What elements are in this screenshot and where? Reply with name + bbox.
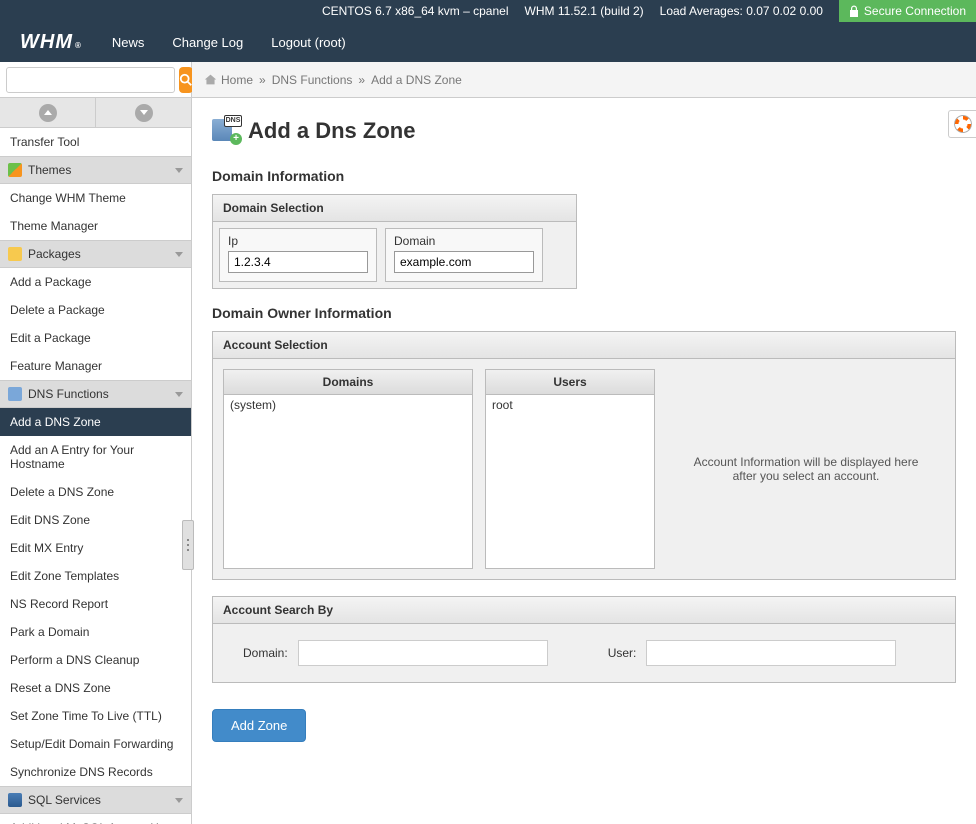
sidebar-cat-dns[interactable]: DNS Functions xyxy=(0,380,191,408)
panel-account-search: Account Search By xyxy=(213,597,955,624)
sidebar-item-dns-cleanup[interactable]: Perform a DNS Cleanup xyxy=(0,646,191,674)
account-info-placeholder: Account Information will be displayed he… xyxy=(667,369,945,569)
sidebar-item-delete-dns-zone[interactable]: Delete a DNS Zone xyxy=(0,478,191,506)
status-os: CENTOS 6.7 x86_64 kvm – cpanel xyxy=(322,4,509,18)
page-title: Add a Dns Zone xyxy=(248,118,415,144)
sidebar-search xyxy=(0,62,192,97)
breadcrumb-cat[interactable]: DNS Functions xyxy=(272,73,353,87)
sidebar-item-mysql-hosts[interactable]: Additional MySQL Access Hosts xyxy=(0,814,191,824)
sidebar-item-transfer-tool[interactable]: Transfer Tool xyxy=(0,128,191,156)
sidebar-item-feature-manager[interactable]: Feature Manager xyxy=(0,352,191,380)
search-user-label: User: xyxy=(608,646,637,660)
home-icon xyxy=(204,73,217,86)
status-whm: WHM 11.52.1 (build 2) xyxy=(525,4,644,18)
domains-option-system[interactable]: (system) xyxy=(224,395,472,415)
header-nav: WHM® News Change Log Logout (root) xyxy=(0,22,976,62)
breadcrumb: Home » DNS Functions » Add a DNS Zone xyxy=(192,62,976,97)
sidebar-item-theme-manager[interactable]: Theme Manager xyxy=(0,212,191,240)
secure-connection-badge: Secure Connection xyxy=(839,0,976,22)
sidebar-item-edit-mx[interactable]: Edit MX Entry xyxy=(0,534,191,562)
panel-domain-selection: Domain Selection xyxy=(213,195,576,222)
add-zone-button[interactable]: Add Zone xyxy=(212,709,306,742)
breadcrumb-home[interactable]: Home xyxy=(221,73,253,87)
chevron-down-icon xyxy=(175,168,183,173)
sidebar-item-reset-dns[interactable]: Reset a DNS Zone xyxy=(0,674,191,702)
input-ip[interactable] xyxy=(228,251,368,273)
col-users: Users xyxy=(485,369,655,394)
sidebar-item-delete-package[interactable]: Delete a Package xyxy=(0,296,191,324)
status-bar: CENTOS 6.7 x86_64 kvm – cpanel WHM 11.52… xyxy=(0,0,976,22)
themes-icon xyxy=(8,163,22,177)
sidebar-item-ns-record[interactable]: NS Record Report xyxy=(0,590,191,618)
sidebar-search-input[interactable] xyxy=(6,67,175,93)
sidebar-splitter[interactable] xyxy=(182,520,194,570)
sidebar-item-add-dns-zone[interactable]: Add a DNS Zone xyxy=(0,408,191,436)
sidebar-item-park-domain[interactable]: Park a Domain xyxy=(0,618,191,646)
nav-logout[interactable]: Logout (root) xyxy=(271,35,345,50)
sidebar-item-edit-package[interactable]: Edit a Package xyxy=(0,324,191,352)
sidebar-item-edit-dns-zone[interactable]: Edit DNS Zone xyxy=(0,506,191,534)
status-load: Load Averages: 0.07 0.02 0.00 xyxy=(660,4,823,18)
main-content: DNS + Add a Dns Zone Domain Information … xyxy=(192,98,976,824)
sidebar-collapse-all[interactable] xyxy=(0,98,96,127)
users-list[interactable]: root xyxy=(485,394,655,569)
domains-list[interactable]: (system) xyxy=(223,394,473,569)
label-ip: Ip xyxy=(228,234,368,248)
sidebar-cat-packages[interactable]: Packages xyxy=(0,240,191,268)
chevron-down-icon xyxy=(175,392,183,397)
sidebar-item-change-theme[interactable]: Change WHM Theme xyxy=(0,184,191,212)
nav-changelog[interactable]: Change Log xyxy=(172,35,243,50)
sidebar-item-sync-dns[interactable]: Synchronize DNS Records xyxy=(0,758,191,786)
users-option-root[interactable]: root xyxy=(486,395,654,415)
search-icon xyxy=(179,73,193,87)
panel-account-selection: Account Selection xyxy=(213,332,955,359)
sidebar-cat-themes[interactable]: Themes xyxy=(0,156,191,184)
nav-news[interactable]: News xyxy=(112,35,145,50)
lock-icon xyxy=(849,5,859,17)
label-domain: Domain xyxy=(394,234,534,248)
sql-icon xyxy=(8,793,22,807)
help-button[interactable] xyxy=(948,110,976,138)
search-domain-input[interactable] xyxy=(298,640,548,666)
section-domain-info: Domain Information xyxy=(212,168,956,184)
chevron-down-icon xyxy=(175,798,183,803)
chevron-down-icon xyxy=(175,252,183,257)
sidebar-item-edit-zone-templates[interactable]: Edit Zone Templates xyxy=(0,562,191,590)
col-domains: Domains xyxy=(223,369,473,394)
lifebuoy-icon xyxy=(954,115,972,133)
sidebar-cat-sql[interactable]: SQL Services xyxy=(0,786,191,814)
whm-logo: WHM® xyxy=(20,31,82,54)
search-user-input[interactable] xyxy=(646,640,896,666)
sidebar: Transfer Tool Themes Change WHM Theme Th… xyxy=(0,98,192,824)
packages-icon xyxy=(8,247,22,261)
search-domain-label: Domain: xyxy=(243,646,288,660)
sidebar-item-set-ttl[interactable]: Set Zone Time To Live (TTL) xyxy=(0,702,191,730)
dns-icon xyxy=(8,387,22,401)
sidebar-item-domain-fwd[interactable]: Setup/Edit Domain Forwarding xyxy=(0,730,191,758)
sidebar-item-add-a-entry[interactable]: Add an A Entry for Your Hostname xyxy=(0,436,191,478)
section-owner-info: Domain Owner Information xyxy=(212,305,956,321)
breadcrumb-current: Add a DNS Zone xyxy=(371,73,462,87)
sidebar-item-add-package[interactable]: Add a Package xyxy=(0,268,191,296)
page-title-icon: DNS + xyxy=(212,119,240,143)
sidebar-search-button[interactable] xyxy=(179,67,193,93)
input-domain[interactable] xyxy=(394,251,534,273)
sidebar-expand-all[interactable] xyxy=(96,98,191,127)
